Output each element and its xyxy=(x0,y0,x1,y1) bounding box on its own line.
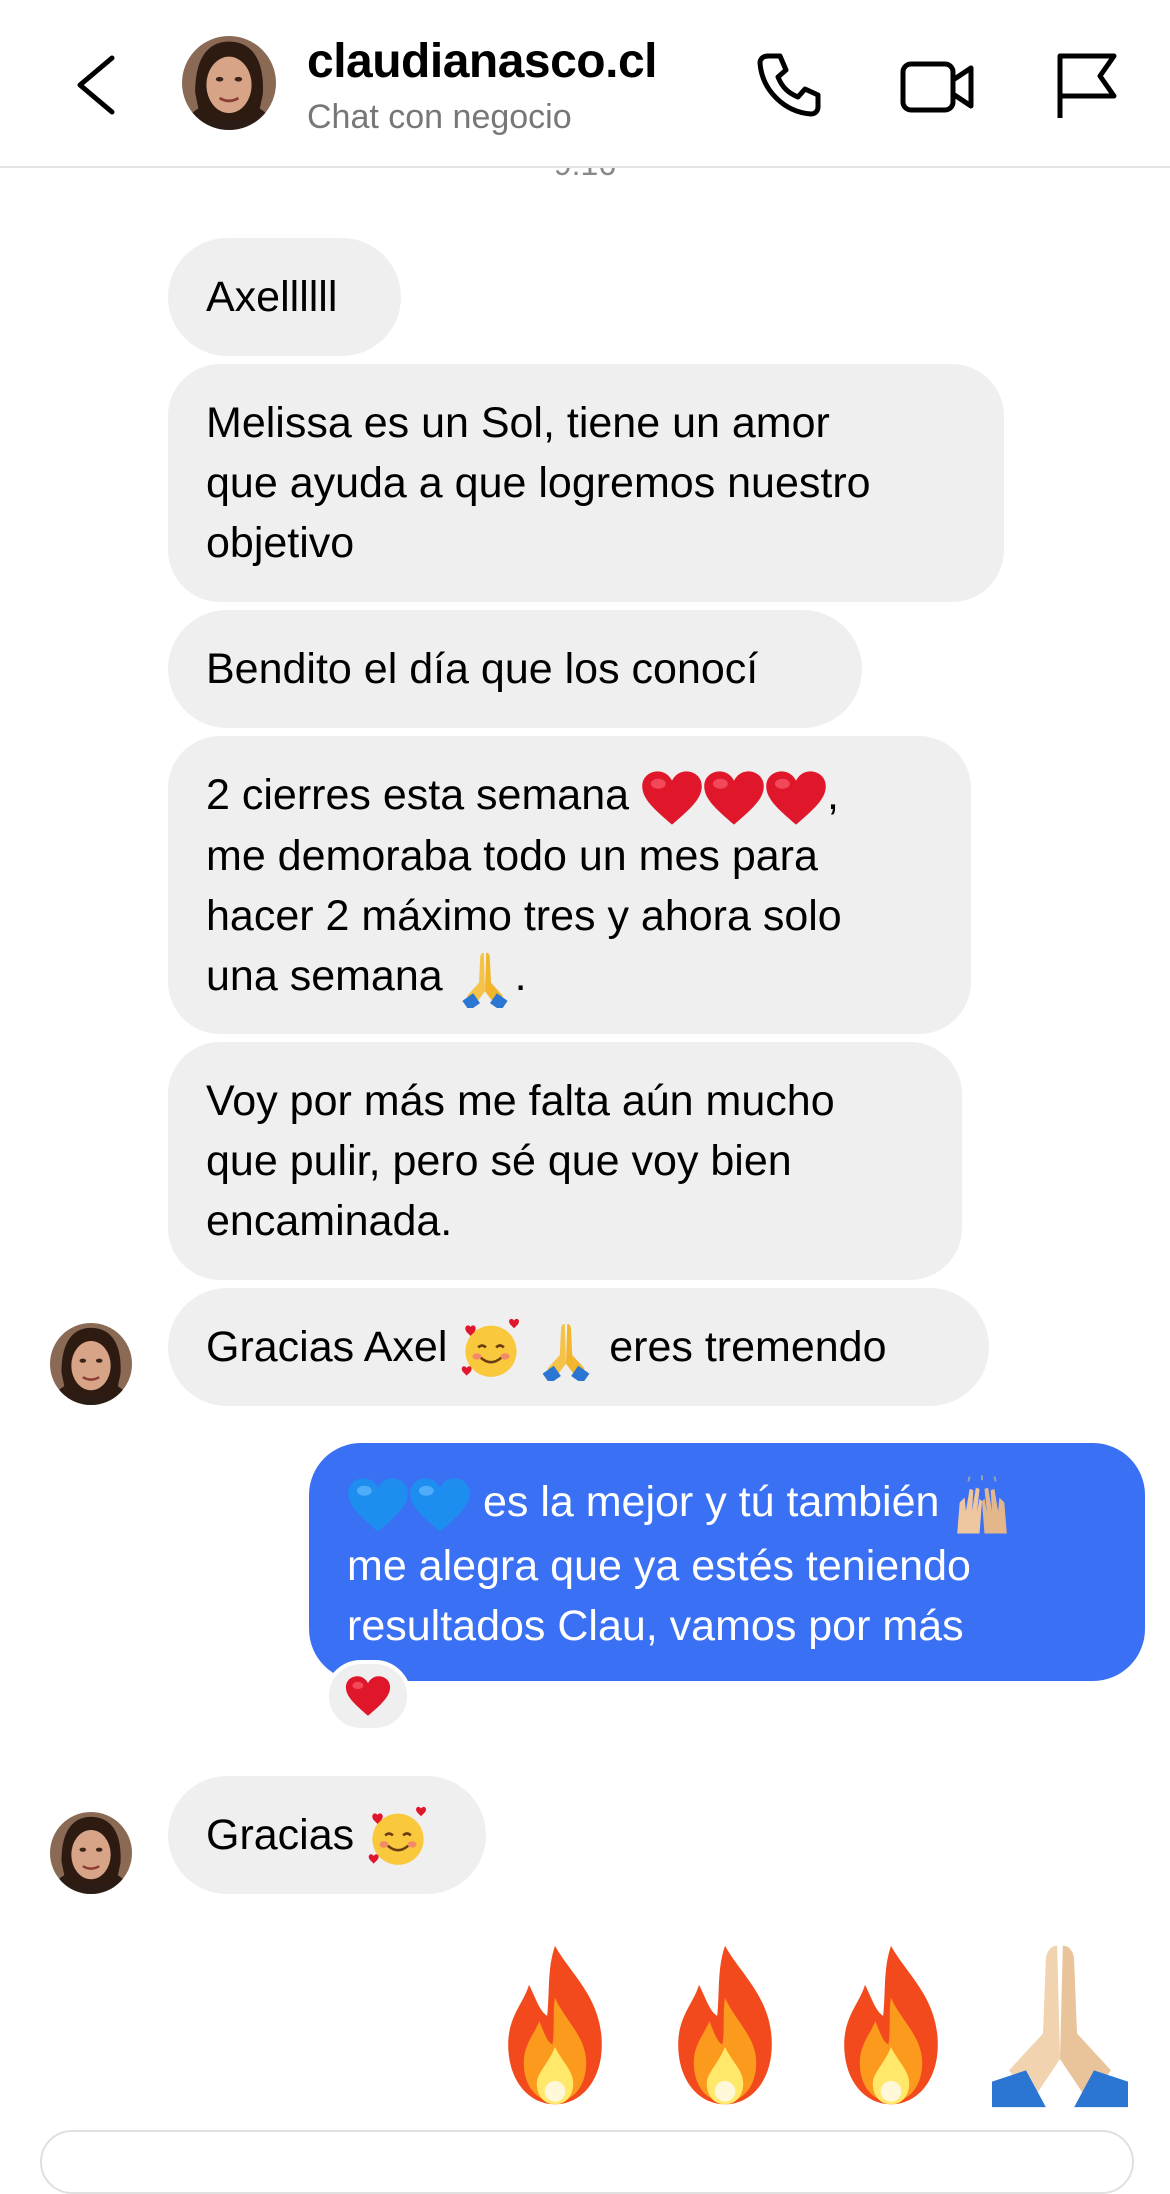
smiling-face-with-hearts-emoji xyxy=(367,1805,428,1866)
message-text: eres tremendo xyxy=(609,1323,887,1371)
outgoing-message[interactable]: es la mejor y tú también me alegra que y… xyxy=(309,1443,1145,1681)
message-line: objetivo xyxy=(206,519,355,567)
phone-call-icon[interactable] xyxy=(754,50,824,120)
video-call-icon[interactable] xyxy=(900,50,974,120)
message-text: una semana xyxy=(206,951,443,1000)
blue-heart-emoji xyxy=(348,1477,408,1532)
folded-hands-emoji xyxy=(461,953,508,1009)
contact-avatar[interactable] xyxy=(50,1812,132,1894)
blue-heart-emoji xyxy=(410,1477,470,1532)
contact-avatar[interactable] xyxy=(182,36,276,130)
message-text: 2 cierres esta semana xyxy=(206,771,630,819)
message-text: Gracias xyxy=(206,1811,355,1859)
message-text: Gracias Axel xyxy=(206,1323,448,1371)
back-arrow-icon[interactable] xyxy=(72,52,120,118)
message-line: me demoraba todo un mes para xyxy=(206,831,818,880)
message-reaction[interactable] xyxy=(325,1660,411,1732)
message-line: resultados Clau, vamos por más xyxy=(347,1601,964,1650)
message-line: hacer 2 máximo tres y ahora solo xyxy=(206,891,842,940)
contact-name[interactable]: claudianasco.cl xyxy=(307,34,658,89)
message-line: que pulir, pero sé que voy bien xyxy=(206,1137,792,1185)
folded-hands-emoji xyxy=(992,1945,1128,2108)
incoming-message[interactable]: Axellllll xyxy=(168,238,401,356)
message-text: es la mejor y tú también xyxy=(482,1478,940,1526)
fire-emoji xyxy=(508,1945,602,2105)
message-text: Axellllll xyxy=(206,273,338,321)
incoming-message[interactable]: Melissa es un Sol, tiene un amor que ayu… xyxy=(168,364,1004,602)
message-line: que ayuda a que logremos nuestro xyxy=(206,459,871,507)
message-text: , xyxy=(826,771,839,819)
message-text: Bendito el día que los conocí xyxy=(206,645,759,693)
incoming-message[interactable]: Gracias xyxy=(168,1776,486,1894)
fire-emoji xyxy=(678,1945,772,2105)
red-heart-emoji xyxy=(766,770,826,825)
message-line: Voy por más me falta aún mucho xyxy=(206,1077,835,1125)
fire-emoji xyxy=(844,1945,938,2105)
message-text: . xyxy=(514,951,527,1000)
chat-subtitle: Chat con negocio xyxy=(307,98,572,136)
smiling-face-with-hearts-emoji xyxy=(460,1317,521,1378)
red-heart-emoji xyxy=(345,1676,391,1716)
red-heart-emoji xyxy=(642,770,702,825)
incoming-message[interactable]: Bendito el día que los conocí xyxy=(168,610,862,728)
incoming-message[interactable]: 2 cierres esta semana , me demoraba todo… xyxy=(168,736,971,1034)
message-line: me alegra que ya estés teniendo xyxy=(347,1541,971,1590)
folded-hands-emoji xyxy=(542,1323,590,1381)
message-line: Melissa es un Sol, tiene un amor xyxy=(206,399,830,447)
incoming-message[interactable]: Gracias Axel eres tremendo xyxy=(168,1288,989,1406)
raising-hands-emoji xyxy=(956,1473,1009,1535)
message-line: encaminada. xyxy=(206,1197,453,1245)
contact-avatar[interactable] xyxy=(50,1323,132,1405)
chat-header: claudianasco.cl Chat con negocio xyxy=(0,0,1170,168)
incoming-message[interactable]: Voy por más me falta aún mucho que pulir… xyxy=(168,1042,962,1280)
report-flag-icon[interactable] xyxy=(1052,50,1122,120)
red-heart-emoji xyxy=(704,770,764,825)
